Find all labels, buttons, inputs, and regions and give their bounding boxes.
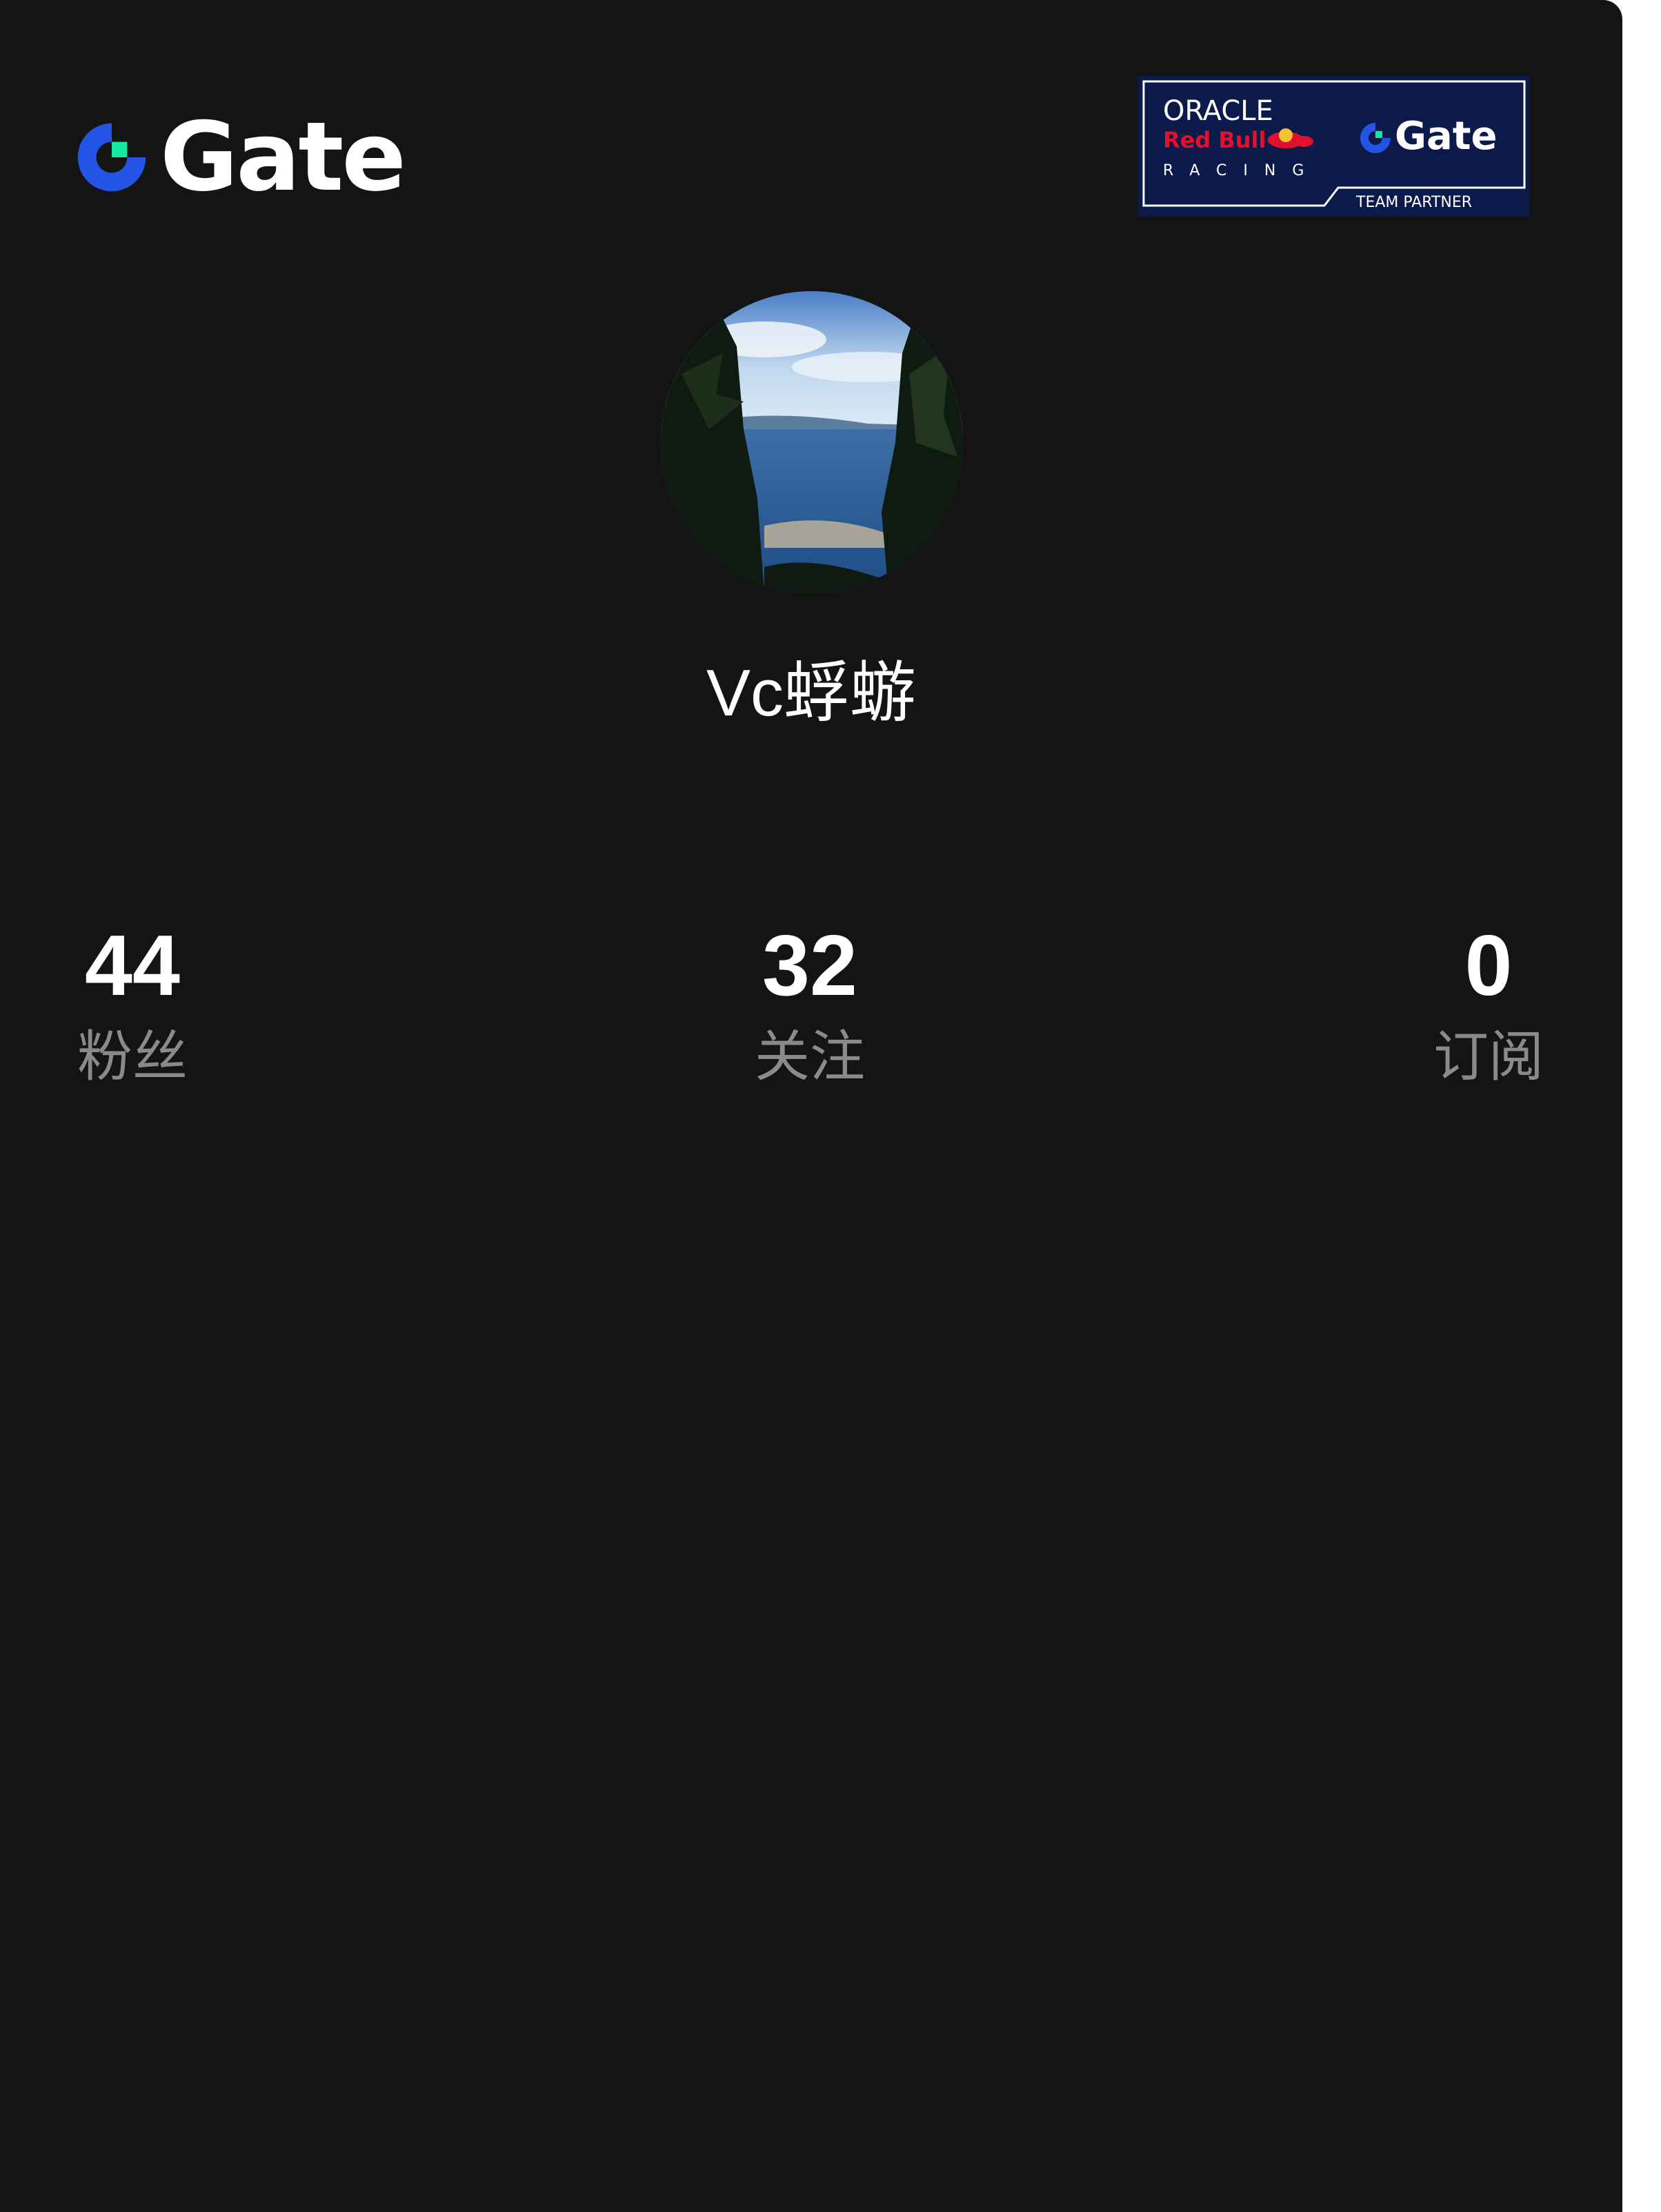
badge-racing-text: RACING: [1163, 162, 1320, 179]
following-count: 32: [762, 918, 857, 1014]
avatar[interactable]: [661, 291, 963, 593]
badge-oracle-text: ORACLE: [1163, 95, 1273, 127]
followers-count: 44: [85, 918, 180, 1014]
oracle-redbull-racing-badge-icon: ORACLE Red Bull RACING Gate TEAM PARTNER: [1138, 76, 1530, 217]
gate-logo-text: Gate: [160, 101, 406, 213]
badge-team-partner-text: TEAM PARTNER: [1355, 194, 1472, 211]
team-partner-badge: ORACLE Red Bull RACING Gate TEAM PARTNER: [1138, 76, 1530, 217]
gate-logo-icon: [77, 123, 146, 192]
badge-gate-text: Gate: [1395, 114, 1498, 159]
badge-redbull-text: Red Bull: [1163, 127, 1266, 153]
following-stat[interactable]: 32 关注: [699, 918, 920, 1092]
subscriptions-stat[interactable]: 0 订阅: [1378, 918, 1599, 1092]
subscriptions-count: 0: [1464, 918, 1513, 1014]
avatar-image: [661, 291, 963, 593]
followers-label: 粉丝: [77, 1026, 188, 1087]
following-label: 关注: [755, 1026, 865, 1087]
profile-card: Gate ORACLE Red Bull RACING Gate TEAM PA…: [0, 0, 1622, 2212]
gate-logo: Gate: [73, 110, 406, 205]
profile-username: Vc蜉蝣: [706, 656, 917, 730]
followers-stat[interactable]: 44 粉丝: [22, 918, 243, 1092]
subscriptions-label: 订阅: [1433, 1026, 1544, 1087]
